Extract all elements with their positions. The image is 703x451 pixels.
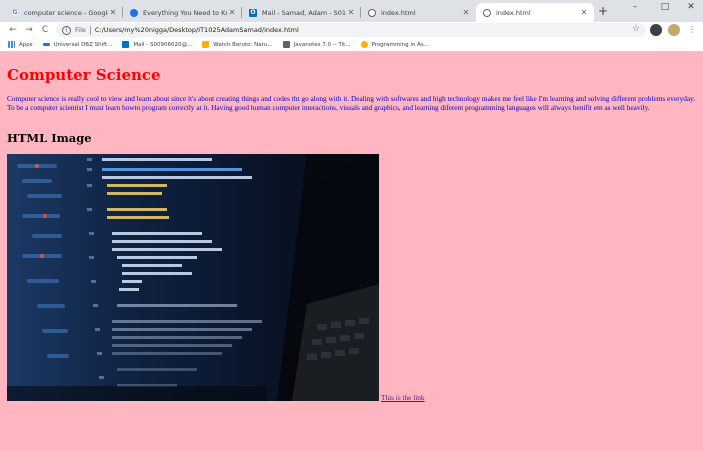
close-window-button[interactable]: ✕ [676,0,703,16]
section-heading: HTML Image [7,131,92,145]
laptop-code-illustration [7,154,379,401]
bookmark-icon [42,43,50,46]
outlook-icon [122,41,130,48]
intro-paragraph: Computer science is really cool to view … [7,94,696,112]
file-label: File [75,26,86,34]
tab-google-search[interactable]: G computer science - Google Search ✕ [4,3,123,22]
tab-title: Mail - Samad, Adam - S01225 [262,8,346,17]
tab-title: index.html [381,8,416,17]
bookmark-label: Mail - S00906020@... [133,41,193,48]
browser-toolbar: ← → C i File C:/Users/my%20nigga/Desktop… [0,22,703,38]
bookmark-javanotes[interactable]: Javanotes 7.0 -- Tit... [282,41,351,48]
tab-everything[interactable]: Everything You Need to Know About ✕ [123,3,242,22]
bookmark-apps[interactable]: Apps [8,41,33,48]
bookmarks-bar: Apps Universal DBZ Shift... Mail - S0090… [0,38,703,52]
close-icon[interactable]: ✕ [461,8,471,17]
avatar[interactable] [668,24,680,36]
apps-icon [8,41,15,48]
forward-button[interactable]: → [22,22,36,38]
extension-icon[interactable] [650,24,662,36]
bookmark-dbz[interactable]: Universal DBZ Shift... [42,41,113,48]
outlook-icon: O [249,8,257,17]
globe-icon [130,8,138,17]
tab-strip: G computer science - Google Search ✕ Eve… [0,0,703,22]
bookmark-programming[interactable]: Programming in As... [360,41,430,48]
tab-index-html-active[interactable]: index.html ✕ [476,3,594,22]
bookmark-icon [282,41,290,48]
close-icon[interactable]: ✕ [108,8,118,17]
google-icon: G [11,8,19,17]
close-icon[interactable]: ✕ [227,8,237,17]
tab-title: Everything You Need to Know About [143,8,227,17]
bookmark-label: Universal DBZ Shift... [53,41,113,48]
url-text[interactable]: C:/Users/my%20nigga/Desktop/IT1025AdamSa… [95,26,299,34]
laptop-code-image [7,154,379,401]
bookmark-icon [202,41,210,48]
bookmark-label: Programming in As... [371,41,430,48]
page-link[interactable]: This is the link [381,393,425,402]
address-bar[interactable]: i File C:/Users/my%20nigga/Desktop/IT102… [56,23,646,37]
info-icon[interactable]: i [62,25,71,35]
page-content: Computer Science Computer science is rea… [0,52,703,451]
bookmark-mail[interactable]: Mail - S00906020@... [122,41,192,48]
back-button[interactable]: ← [6,22,20,38]
globe-icon [368,8,376,17]
bookmark-boruto[interactable]: Watch Boruto: Naru... [202,41,273,48]
bookmark-label: Apps [19,41,33,48]
bookmark-label: Javanotes 7.0 -- Tit... [293,41,351,48]
new-tab-button[interactable]: + [596,4,610,18]
page-title: Computer Science [7,66,161,84]
minimize-button[interactable]: – [620,0,650,16]
globe-icon [483,8,491,17]
close-icon[interactable]: ✕ [579,8,589,17]
tab-title: computer science - Google Search [24,8,108,17]
reload-button[interactable]: C [38,22,52,38]
close-icon[interactable]: ✕ [346,8,356,17]
tab-index-html-1[interactable]: index.html ✕ [361,3,476,22]
star-icon[interactable]: ☆ [632,24,640,34]
divider [89,25,91,35]
bookmark-icon [360,41,368,48]
tab-mail[interactable]: O Mail - Samad, Adam - S01225 ✕ [242,3,361,22]
menu-icon[interactable]: ⋮ [686,24,698,36]
bookmark-label: Watch Boruto: Naru... [213,41,273,48]
tab-title: index.html [496,8,531,17]
